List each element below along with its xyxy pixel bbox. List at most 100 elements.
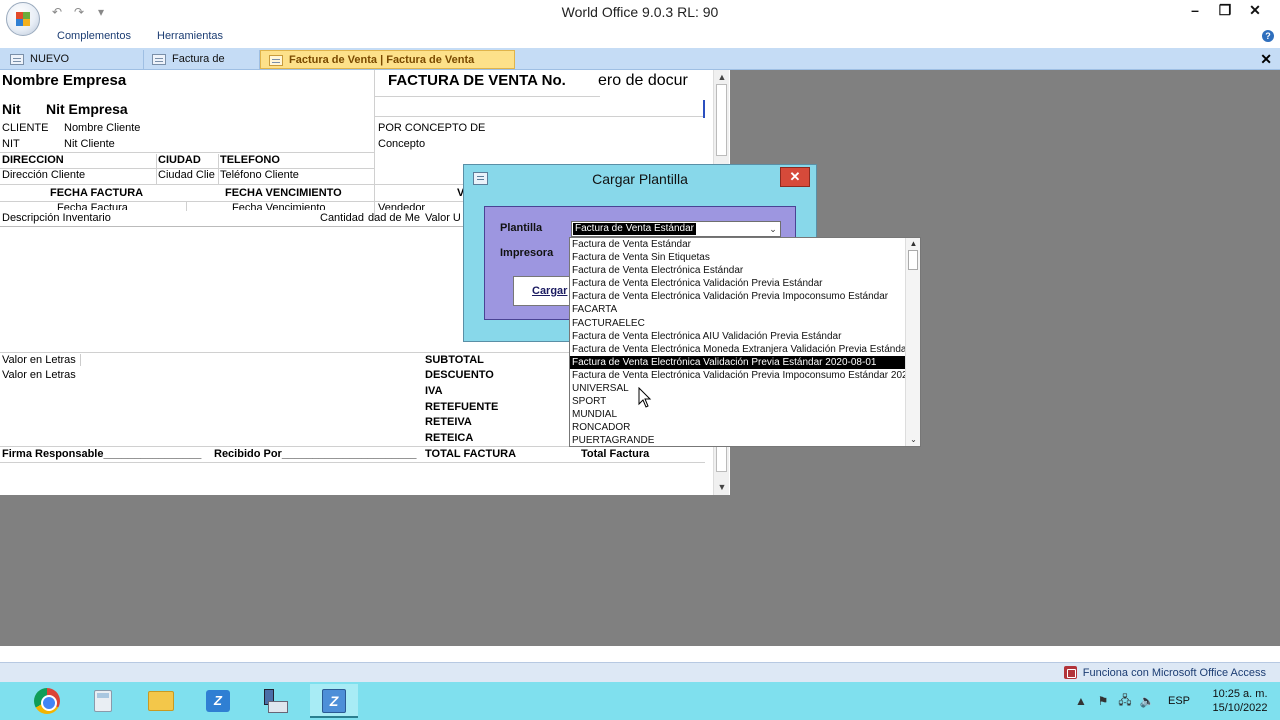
impresora-label: Impresora bbox=[500, 247, 554, 259]
doc-tab-factura-venta[interactable]: Factura de Venta bbox=[144, 50, 260, 83]
taskbar-file-explorer[interactable] bbox=[136, 684, 184, 718]
chevron-down-icon[interactable]: ⌄ bbox=[766, 222, 780, 236]
direccion-value: Dirección Cliente bbox=[2, 169, 86, 181]
cantidad-header: Cantidad bbox=[320, 212, 365, 224]
invoice-title: FACTURA DE VENTA No. bbox=[388, 72, 566, 89]
plantilla-selected-value: Factura de Venta Estándar bbox=[573, 223, 696, 235]
company-name: Nombre Empresa bbox=[2, 72, 127, 89]
fecha-factura-value: Fecha Factura bbox=[57, 202, 128, 210]
clock[interactable]: 10:25 a. m. 15/10/2022 bbox=[1200, 687, 1280, 715]
ribbon-tabs: Complementos Herramientas ? bbox=[0, 26, 1280, 48]
dropdown-option[interactable]: MUNDIAL bbox=[570, 408, 906, 421]
valor-letras-value: Valor en Letras bbox=[2, 369, 76, 381]
tab-herramientas[interactable]: Herramientas bbox=[157, 30, 223, 42]
close-window-icon[interactable]: ✕ bbox=[1240, 0, 1270, 22]
mouse-cursor-icon bbox=[638, 387, 652, 408]
tab-complementos[interactable]: Complementos bbox=[57, 30, 131, 42]
dialog-title: Cargar Plantilla bbox=[592, 171, 688, 187]
restore-icon[interactable]: ❐ bbox=[1210, 0, 1240, 22]
status-bar: Funciona con Microsoft Office Access bbox=[0, 662, 1280, 682]
plantilla-dropdown-list[interactable]: Factura de Venta Estándar Factura de Vent… bbox=[569, 237, 921, 447]
valor-letras-label: Valor en Letras bbox=[2, 354, 81, 366]
telefono-value: Teléfono Cliente bbox=[220, 169, 299, 181]
dropdown-option[interactable]: FACTURAELEC bbox=[570, 317, 906, 330]
form-icon bbox=[10, 54, 24, 65]
vendedor-value: Vendedor bbox=[378, 202, 426, 210]
flag-icon[interactable]: ⚑ bbox=[1092, 694, 1114, 708]
clock-time: 10:25 a. m. bbox=[1212, 688, 1268, 700]
dropdown-option[interactable]: Factura de Venta Sin Etiquetas bbox=[570, 251, 906, 264]
scroll-up-icon[interactable]: ▲ bbox=[714, 70, 730, 84]
world-office-doc-icon: Z bbox=[322, 689, 346, 713]
scroll-thumb[interactable] bbox=[908, 250, 918, 270]
dropdown-option[interactable]: RONCADOR bbox=[570, 421, 906, 434]
office-button[interactable] bbox=[6, 2, 40, 36]
minimize-icon[interactable]: – bbox=[1180, 0, 1210, 22]
language-indicator[interactable]: ESP bbox=[1168, 695, 1190, 707]
dropdown-option[interactable]: FACARTA bbox=[570, 303, 906, 316]
nit-label: Nit bbox=[2, 101, 21, 117]
bottom-strip bbox=[0, 646, 1280, 662]
close-document-icon[interactable]: ✕ bbox=[1260, 51, 1272, 68]
firma-responsable: Firma Responsable________________ bbox=[2, 448, 202, 460]
form-icon bbox=[152, 54, 166, 65]
dropdown-option[interactable]: Factura de Venta Electrónica Validación … bbox=[570, 369, 906, 382]
doc-number: ero de docur bbox=[598, 72, 688, 89]
taskbar-world-office[interactable]: Z bbox=[194, 684, 242, 718]
show-hidden-icons-icon[interactable]: ▲ bbox=[1070, 694, 1092, 708]
total-factura-label: TOTAL FACTURA bbox=[425, 448, 517, 460]
direccion-label: DIRECCION bbox=[2, 154, 64, 166]
taskbar-calculator[interactable] bbox=[78, 684, 126, 718]
dropdown-option[interactable]: Factura de Venta Electrónica Moneda Extr… bbox=[570, 343, 906, 356]
ciudad-label: CIUDAD bbox=[158, 154, 201, 166]
dropdown-option[interactable]: Factura de Venta Estándar bbox=[570, 238, 906, 251]
volume-icon[interactable]: 🔈 bbox=[1136, 694, 1158, 708]
server-icon bbox=[264, 689, 288, 713]
scroll-thumb[interactable] bbox=[716, 84, 727, 156]
scroll-down-icon[interactable]: ⌄ bbox=[906, 434, 921, 446]
dropdown-scrollbar[interactable]: ▲ ⌄ bbox=[905, 238, 920, 446]
taskbar-chrome[interactable] bbox=[20, 684, 68, 718]
dropdown-option[interactable]: UNIVERSAL bbox=[570, 382, 906, 395]
access-icon bbox=[1063, 666, 1077, 679]
nit-cliente-value: Nit Cliente bbox=[64, 138, 115, 150]
dropdown-option[interactable]: PUERTAGRANDE bbox=[570, 434, 906, 446]
window-title: World Office 9.0.3 RL: 90 bbox=[561, 4, 719, 20]
retefuente-label: RETEFUENTE bbox=[425, 401, 499, 413]
office-logo-icon bbox=[16, 12, 30, 26]
subtotal-label: SUBTOTAL bbox=[425, 354, 484, 366]
cliente-value: Nombre Cliente bbox=[64, 122, 141, 134]
dropdown-option[interactable]: Factura de Venta Electrónica Validación … bbox=[570, 277, 906, 290]
world-office-icon: Z bbox=[206, 690, 230, 712]
doc-tab-factura-estandar[interactable]: Factura de Venta | Factura de Venta Está… bbox=[260, 50, 515, 84]
network-icon[interactable]: 🖧 bbox=[1114, 691, 1136, 712]
nit-company: Nit Empresa bbox=[46, 101, 128, 117]
folder-icon bbox=[148, 691, 174, 711]
doc-tab-nuevo-documento[interactable]: NUEVO DOCUMENTO bbox=[2, 50, 144, 83]
clock-date: 15/10/2022 bbox=[1212, 702, 1268, 714]
taskbar-network-app[interactable] bbox=[252, 684, 300, 718]
concepto-value: Concepto bbox=[378, 138, 426, 150]
calculator-icon bbox=[94, 690, 112, 712]
title-bar: ↶ ↷ ▾ World Office 9.0.3 RL: 90 – ❐ ✕ bbox=[0, 0, 1280, 36]
por-concepto-label: POR CONCEPTO DE bbox=[378, 122, 486, 134]
system-tray: ▲ ⚑ 🖧 🔈 ESP 10:25 a. m. 15/10/2022 bbox=[1070, 682, 1280, 720]
cliente-label: CLIENTE bbox=[2, 122, 49, 134]
dropdown-option[interactable]: Factura de Venta Electrónica AIU Validac… bbox=[570, 330, 906, 343]
total-factura-value: Total Factura bbox=[581, 448, 650, 460]
plantilla-combo[interactable]: Factura de Venta Estándar ⌄ bbox=[571, 221, 781, 237]
dialog-close-button[interactable]: ✕ bbox=[780, 167, 810, 187]
dropdown-option[interactable]: Factura de Venta Electrónica Validación … bbox=[570, 355, 906, 369]
help-icon[interactable]: ? bbox=[1262, 30, 1274, 42]
reteiva-label: RETEIVA bbox=[425, 416, 472, 428]
scroll-up-icon[interactable]: ▲ bbox=[906, 238, 921, 250]
dropdown-option[interactable]: SPORT bbox=[570, 395, 906, 408]
dropdown-option[interactable]: Factura de Venta Electrónica Validación … bbox=[570, 290, 906, 303]
dropdown-option[interactable]: Factura de Venta Electrónica Estándar bbox=[570, 264, 906, 277]
iva-label: IVA bbox=[425, 385, 443, 397]
valor-unitario-header: Valor U bbox=[425, 212, 461, 224]
report-icon bbox=[269, 55, 283, 66]
scroll-down-icon[interactable]: ▼ bbox=[714, 480, 730, 494]
plantilla-label: Plantilla bbox=[500, 222, 543, 234]
taskbar-world-office-active[interactable]: Z bbox=[310, 684, 358, 718]
